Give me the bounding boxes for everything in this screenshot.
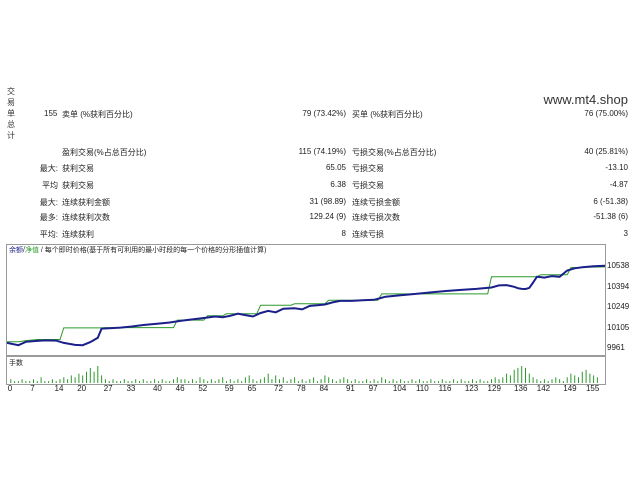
row-left-value: 6.38 [330,180,346,189]
x-tick-label: 104 [392,384,407,393]
x-tick-label: 14 [54,384,64,393]
row-left-label: 获利交易 [62,164,94,173]
x-tick-label: 116 [438,384,452,393]
x-tick-label: 27 [103,384,113,393]
buy-value: 76 (75.00%) [584,109,628,118]
row-prefix: 最大: [39,164,58,173]
profit-trades-value: 115 (74.19%) [298,147,346,156]
legend-equity: 净值 [24,247,39,254]
profit-trades-label: 盈利交易(%占总百分比) [62,148,147,157]
row-left-value: 8 [341,229,346,238]
row-left-label: 连续获利 [62,230,94,239]
total-trades: 155 [44,109,58,118]
x-tick-label: 129 [487,384,501,393]
side-title-char: 总 [7,120,15,129]
row-right-label: 亏损交易 [352,181,384,190]
x-tick-label: 136 [514,384,528,393]
y-tick-label: 10394 [607,281,630,291]
side-title-char: 易 [7,98,15,107]
side-title-char: 单 [7,109,15,118]
x-tick-label: 78 [296,384,306,393]
x-tick-label: 72 [274,384,283,393]
x-tick-label: 84 [319,384,329,393]
row-right-value: -4.87 [609,180,628,189]
balance-chart-svg [6,264,606,347]
legend-description: / 每个即时价格(基于所有可利用的最小时段的每一个价格的分形插值计算) [40,247,267,254]
loss-trades-value: 40 (25.81%) [584,147,628,156]
x-tick-label: 155 [585,384,600,393]
x-tick-label: 97 [368,384,378,393]
x-tick-label: 40 [152,384,162,393]
y-tick-label: 10249 [607,302,630,312]
x-tick-label: 110 [415,384,429,393]
side-title-char: 计 [7,131,15,140]
row-right-label: 亏损交易 [352,164,384,173]
y-axis-ticks: 10538 10394 10249 10105 9961 [606,244,640,354]
y-tick-label: 10538 [607,261,630,271]
row-right-label: 连续亏损金额 [352,198,400,207]
volume-chart: 手数 [6,356,606,385]
row-prefix: 最大: [39,198,58,207]
equity-series-line [7,266,606,343]
x-tick-label: 91 [345,384,355,393]
x-tick-label: 149 [563,384,577,393]
x-tick-label: 59 [224,384,234,393]
row-right-value: 3 [623,229,628,238]
row-right-value: -13.10 [605,163,628,172]
x-tick-label: 7 [30,384,35,393]
row-right-value: 6 (-51.38) [593,197,628,206]
buy-label: 买单 (%获利百分比) [352,110,423,119]
side-title-char: 交 [7,87,15,96]
row-left-value: 31 (98.89) [309,197,346,206]
sell-value: 79 (73.42%) [302,109,346,118]
x-tick-label: 65 [247,384,257,393]
balance-chart: 余额/净值 / 每个即时价格(基于所有可利用的最小时段的每一个价格的分形插值计算… [6,244,606,356]
row-prefix: 最多: [39,213,58,222]
row-left-label: 连续获利金额 [62,198,110,207]
balance-series-line [6,264,606,347]
y-tick-label: 9961 [607,343,625,352]
report-page: { "side_title": ["交", "易", "单", "总", "计"… [0,0,640,480]
row-left-label: 连续获利次数 [62,213,110,222]
row-right-value: -51.38 (6) [593,212,628,221]
side-title: 交 易 单 总 计 [7,86,15,141]
row-prefix: 平均: [39,230,58,239]
x-tick-label: 123 [464,384,479,393]
x-tick-label: 33 [126,384,136,393]
x-tick-label: 46 [175,384,185,393]
loss-trades-label: 亏损交易(%占总百分比) [352,148,437,157]
x-axis-ticks: 0 7 14 20 27 33 40 46 52 59 65 72 78 84 91 97 104 110 116 1… [6,384,604,396]
x-tick-label: 0 [7,384,13,393]
sell-label: 卖单 (%获利百分比) [62,110,133,119]
row-right-label: 连续亏损次数 [352,213,400,222]
x-tick-label: 52 [198,384,208,393]
row-right-label: 连续亏损 [352,230,384,239]
x-tick-label: 20 [77,384,87,393]
row-left-label: 获利交易 [62,181,94,190]
x-tick-label: 142 [536,384,551,393]
row-left-value: 65.05 [325,163,346,172]
volume-label: 手数 [9,360,23,367]
row-left-value: 129.24 (9) [309,212,346,221]
row-prefix: 平均 [42,181,58,190]
legend-balance: 余额 [9,247,23,254]
watermark: www.mt4.shop [543,92,628,107]
y-tick-label: 10105 [607,322,630,332]
chart-legend: 余额/净值 / 每个即时价格(基于所有可利用的最小时段的每一个价格的分形插值计算… [9,246,266,255]
volume-chart-svg [10,366,598,383]
